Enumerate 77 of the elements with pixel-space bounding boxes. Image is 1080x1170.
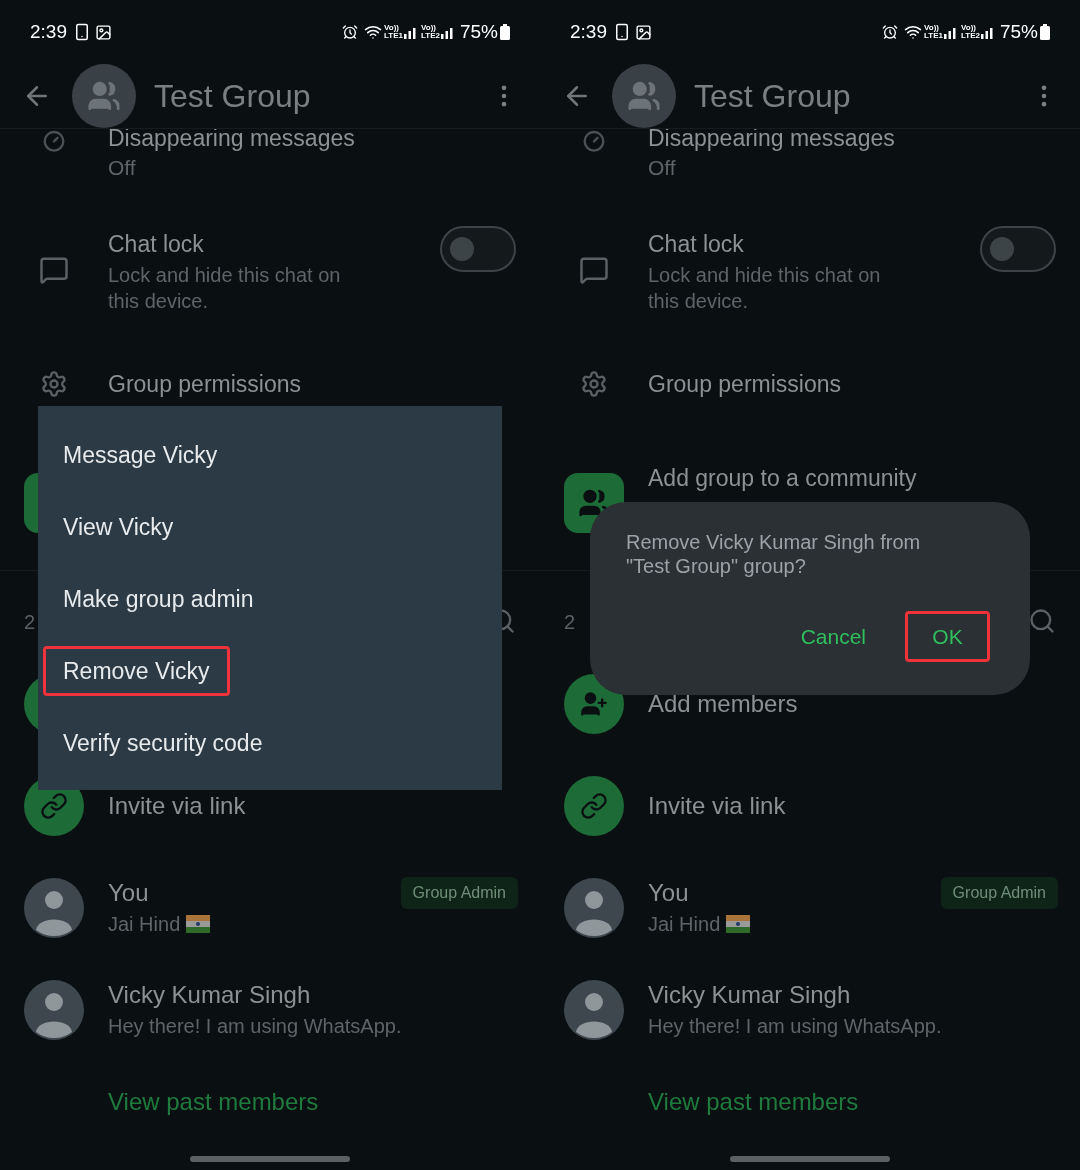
setting-description: Lock and hide this chat on this device. <box>108 263 342 314</box>
member-about: Jai Hind <box>108 912 181 937</box>
volte-label: Vo)) <box>961 24 976 32</box>
members-count: 2 <box>564 610 576 635</box>
member-about: Hey there! I am using WhatsApp. <box>648 1014 942 1039</box>
action-label[interactable]: Invite via link <box>108 788 246 824</box>
view-past-members-link[interactable]: View past members <box>108 1084 319 1120</box>
view-past-members-link[interactable]: View past members <box>648 1084 859 1120</box>
chat-lock-switch[interactable] <box>440 226 516 272</box>
group-icon <box>627 79 661 113</box>
lte-label: LTE2 <box>421 32 440 40</box>
member-name: You <box>108 878 150 908</box>
setting-title: Disappearing messages <box>648 129 895 153</box>
avatar-icon <box>24 878 84 938</box>
screen-mirror-icon <box>613 23 631 41</box>
alarm-icon <box>342 24 359 40</box>
volte-label: Vo)) <box>421 24 436 32</box>
member-name: Vicky Kumar Singh <box>648 980 852 1010</box>
link-icon[interactable] <box>564 776 624 836</box>
menu-item[interactable]: Verify security code <box>43 718 283 768</box>
action-label[interactable]: Invite via link <box>648 788 786 824</box>
battery-icon <box>1040 24 1050 40</box>
wifi-icon <box>364 23 383 41</box>
group-icon <box>87 79 121 113</box>
setting-title: Group permissions <box>648 370 842 399</box>
wifi-icon <box>904 23 923 41</box>
menu-item[interactable]: Message Vicky <box>43 430 238 480</box>
volte-label: Vo)) <box>384 24 399 32</box>
status-time: 2:39 <box>30 19 67 44</box>
member-name: Vicky Kumar Singh <box>108 980 312 1010</box>
group-title: Test Group <box>694 77 851 116</box>
member-about: Hey there! I am using WhatsApp. <box>108 1014 402 1039</box>
setting-title: Chat lock <box>108 230 205 259</box>
members-count: 2 <box>24 610 36 635</box>
battery-icon <box>500 24 510 40</box>
setting-title: Chat lock <box>648 230 745 259</box>
battery-percent: 75% <box>459 19 498 44</box>
avatar-icon <box>564 980 624 1040</box>
dialog-button[interactable]: OK <box>905 611 990 662</box>
lte-label: LTE1 <box>384 32 403 40</box>
volte-label: Vo)) <box>924 24 939 32</box>
admin-badge: Group Admin <box>400 877 518 909</box>
member-row[interactable]: Vicky Kumar Singh Hey there! I am using WhatsApp. <box>540 959 1080 1061</box>
admin-badge: Group Admin <box>940 877 1058 909</box>
search-icon[interactable] <box>1028 607 1056 635</box>
avatar-icon <box>564 878 624 938</box>
gallery-icon <box>635 23 652 41</box>
lte-label: LTE2 <box>961 32 980 40</box>
dialog-message: Remove Vicky Kumar Singh from "Test Group" group? <box>626 530 922 578</box>
lte-label: LTE1 <box>924 32 943 40</box>
member-row[interactable]: Vicky Kumar Singh Hey there! I am using WhatsApp. <box>0 959 540 1061</box>
setting-title: Add group to a community <box>648 464 917 493</box>
status-time: 2:39 <box>570 19 607 44</box>
setting-title: Disappearing messages <box>108 129 355 153</box>
menu-item[interactable]: Remove Vicky <box>43 646 230 696</box>
group-title: Test Group <box>154 77 311 116</box>
dialog-button[interactable]: Cancel <box>795 611 871 662</box>
alarm-icon <box>882 24 899 40</box>
settings-icon <box>580 370 608 398</box>
gallery-icon <box>95 23 112 41</box>
avatar-icon <box>24 980 84 1040</box>
chat-lock-switch[interactable] <box>980 226 1056 272</box>
screen-mirror-icon <box>73 23 91 41</box>
setting-value: Off <box>648 155 677 181</box>
battery-percent: 75% <box>999 19 1038 44</box>
chat-lock-icon <box>39 255 69 285</box>
settings-icon <box>40 370 68 398</box>
member-row[interactable]: You Jai Hind Group Admin <box>0 857 540 959</box>
setting-value: Off <box>108 155 137 181</box>
setting-title: Group permissions <box>108 370 302 399</box>
chat-lock-icon <box>579 255 609 285</box>
member-name: You <box>648 878 690 908</box>
menu-item[interactable]: View Vicky <box>43 502 194 552</box>
menu-item[interactable]: Make group admin <box>43 574 274 624</box>
member-row[interactable]: You Jai Hind Group Admin <box>540 857 1080 959</box>
member-about: Jai Hind <box>648 912 721 937</box>
setting-description: Lock and hide this chat on this device. <box>648 263 882 314</box>
